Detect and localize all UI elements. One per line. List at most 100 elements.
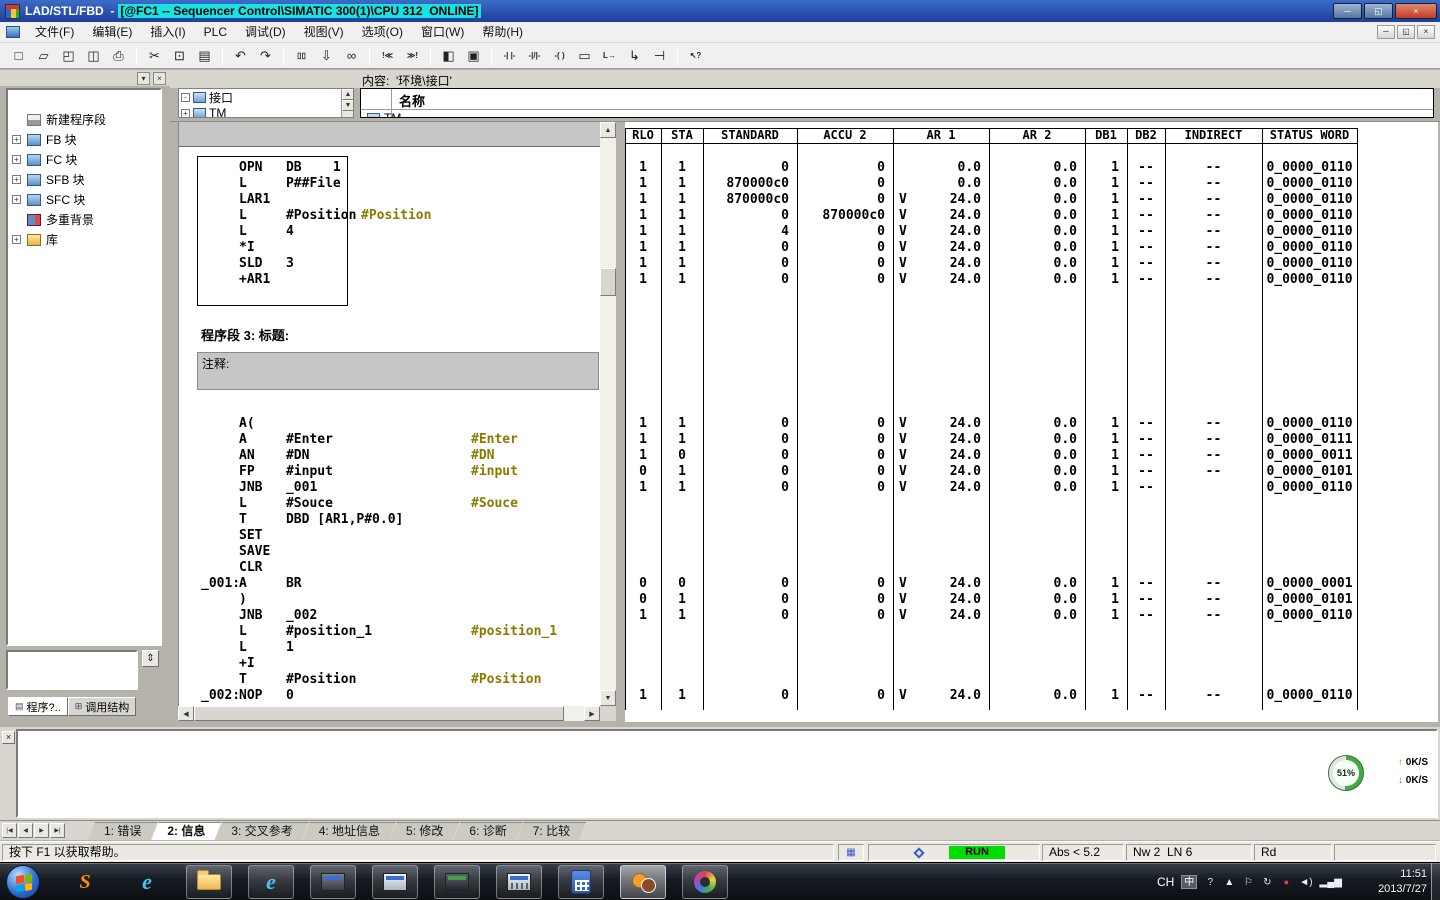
- menu-item-8[interactable]: 帮助(H): [473, 22, 532, 42]
- interface-tree-root-row[interactable]: - 接口: [179, 89, 353, 105]
- taskbar-clock[interactable]: 11:51 2013/7/27: [1378, 867, 1427, 897]
- message-tab-5[interactable]: 5: 修改: [390, 822, 459, 840]
- expand-icon[interactable]: +: [12, 175, 21, 184]
- sidebar-item-sfc-blocks[interactable]: + SFC 块: [8, 192, 160, 209]
- language-indicator[interactable]: CH: [1157, 875, 1174, 889]
- file-explorer-icon[interactable]: [186, 865, 232, 899]
- interface-tree-pane[interactable]: - 接口 + TM ▲ ▼: [178, 88, 354, 118]
- scroll-left-icon[interactable]: ◀: [178, 706, 194, 721]
- sidebar-item-new-network[interactable]: 新建程序段: [8, 112, 160, 129]
- next-error-icon[interactable]: ≫!: [401, 45, 424, 67]
- hidden-icons-arrow[interactable]: ▲: [1223, 877, 1235, 888]
- interface-tree-child-row[interactable]: + TM: [179, 105, 353, 117]
- menu-item-1[interactable]: 编辑(E): [83, 22, 141, 42]
- message-tab-7[interactable]: 7: 比较: [517, 822, 586, 840]
- expand-icon[interactable]: +: [12, 195, 21, 204]
- next-tab-button[interactable]: ▶: [34, 823, 49, 838]
- mdi-child-icon[interactable]: [6, 26, 20, 38]
- last-tab-button[interactable]: ▶|: [50, 823, 65, 838]
- scroll-up-icon[interactable]: ▲: [342, 89, 353, 100]
- print-icon[interactable]: ⎙: [107, 45, 130, 67]
- interface-scrollbar[interactable]: ▲ ▼: [341, 89, 353, 117]
- paint-icon[interactable]: [682, 865, 728, 899]
- sidebar-close-icon[interactable]: ×: [153, 72, 166, 85]
- code-editor-pane[interactable]: 程序段 3: 标题: 注释: OPN DB 1L P##File LAR1 L #P…: [178, 122, 600, 706]
- menu-item-6[interactable]: 选项(O): [353, 22, 412, 42]
- detail-view-icon[interactable]: ▣: [462, 45, 485, 67]
- open-branch-icon[interactable]: ↳: [623, 45, 646, 67]
- menu-item-4[interactable]: 调试(D): [236, 22, 295, 42]
- mdi-restore-button[interactable]: ◱: [1397, 25, 1415, 39]
- view-pair-icon[interactable]: ▯▯: [290, 45, 313, 67]
- menu-item-2[interactable]: 插入(I): [141, 22, 194, 42]
- split-view-icon[interactable]: ◧: [437, 45, 460, 67]
- user-accounts-icon[interactable]: [620, 865, 666, 899]
- coil-icon[interactable]: -( ): [548, 45, 571, 67]
- scroll-down-icon[interactable]: ▼: [342, 100, 353, 111]
- sogou-browser-icon[interactable]: S: [62, 865, 108, 899]
- tab-program-elements[interactable]: ▤ 程序?..: [8, 697, 68, 716]
- message-tab-6[interactable]: 6: 诊断: [453, 822, 522, 840]
- show-desktop-button[interactable]: [1431, 863, 1440, 900]
- monitor-glasses-icon[interactable]: ∞: [340, 45, 363, 67]
- collapse-icon[interactable]: -: [181, 92, 190, 102]
- close-branch-icon[interactable]: ⊣: [648, 45, 671, 67]
- network-comment-bar[interactable]: 注释:: [197, 352, 599, 390]
- mdi-minimize-button[interactable]: ─: [1377, 25, 1395, 39]
- network-icon[interactable]: ▂▄▆: [1320, 877, 1342, 888]
- message-tab-2[interactable]: 2: 信息: [151, 822, 221, 840]
- sidebar-item-library[interactable]: + 库: [8, 232, 160, 249]
- volume-icon[interactable]: ◄): [1299, 877, 1312, 888]
- minimize-button[interactable]: ─: [1333, 3, 1362, 19]
- prev-error-icon[interactable]: !≪: [376, 45, 399, 67]
- save-icon[interactable]: ◫: [82, 45, 105, 67]
- sidebar-item-fc-blocks[interactable]: + FC 块: [8, 152, 160, 169]
- simatic-manager-icon[interactable]: [310, 865, 356, 899]
- sync-icon[interactable]: ↻: [1261, 877, 1273, 888]
- jump-icon[interactable]: L→: [598, 45, 621, 67]
- message-tab-3[interactable]: 3: 交叉参考: [215, 822, 308, 840]
- message-tab-1[interactable]: 1: 错误: [88, 822, 157, 840]
- undo-icon[interactable]: ↶: [229, 45, 252, 67]
- alert-badge-icon[interactable]: ●: [1280, 877, 1292, 887]
- paste-icon[interactable]: ▤: [193, 45, 216, 67]
- cut-icon[interactable]: ✂: [143, 45, 166, 67]
- contact-nc-icon[interactable]: -|/|-: [523, 45, 546, 67]
- help-cursor-icon[interactable]: ↖?: [684, 45, 707, 67]
- first-tab-button[interactable]: |◀: [2, 823, 17, 838]
- editor-horizontal-scrollbar[interactable]: ◀ ▶: [178, 706, 600, 721]
- hw-config-icon[interactable]: [372, 865, 418, 899]
- sidebar-item-multi-instance[interactable]: 多重背景: [8, 212, 160, 229]
- start-button[interactable]: [6, 865, 40, 899]
- help-icon[interactable]: ?: [1204, 877, 1216, 888]
- vertical-scroll-thumb[interactable]: [600, 268, 616, 296]
- ime-icon[interactable]: 中: [1181, 875, 1198, 889]
- download-icon[interactable]: ⇩: [315, 45, 338, 67]
- plcsim-icon[interactable]: [434, 865, 480, 899]
- tab-call-structure[interactable]: ⊞ 调用结构: [67, 697, 137, 716]
- expand-icon[interactable]: +: [12, 235, 21, 244]
- close-button[interactable]: ×: [1395, 3, 1437, 19]
- menu-item-7[interactable]: 窗口(W): [412, 22, 473, 42]
- save-download-icon[interactable]: ◰: [57, 45, 80, 67]
- scroll-right-icon[interactable]: ▶: [584, 706, 600, 721]
- horizontal-scroll-thumb[interactable]: [194, 706, 564, 721]
- scroll-down-icon[interactable]: ▼: [600, 690, 616, 706]
- contact-no-icon[interactable]: -| |-: [498, 45, 521, 67]
- declaration-row[interactable]: TM: [367, 111, 401, 117]
- internet-explorer-icon[interactable]: e: [124, 865, 170, 899]
- message-tab-4[interactable]: 4: 地址信息: [303, 822, 396, 840]
- editor-vertical-scrollbar[interactable]: ▲ ▼: [600, 122, 616, 706]
- menu-item-0[interactable]: 文件(F): [26, 22, 83, 42]
- message-close-icon[interactable]: ×: [2, 731, 15, 744]
- copy-icon[interactable]: ⊡: [168, 45, 191, 67]
- expand-icon[interactable]: +: [12, 155, 21, 164]
- empty-box-icon[interactable]: ▭: [573, 45, 596, 67]
- expand-icon[interactable]: +: [12, 135, 21, 144]
- prev-tab-button[interactable]: ◀: [18, 823, 33, 838]
- sidebar-updown-icon[interactable]: ⇕: [142, 650, 159, 667]
- var-table-icon[interactable]: [496, 865, 542, 899]
- sidebar-dropdown-icon[interactable]: ▾: [137, 72, 150, 85]
- sidebar-item-sfb-blocks[interactable]: + SFB 块: [8, 172, 160, 189]
- new-icon[interactable]: □: [7, 45, 30, 67]
